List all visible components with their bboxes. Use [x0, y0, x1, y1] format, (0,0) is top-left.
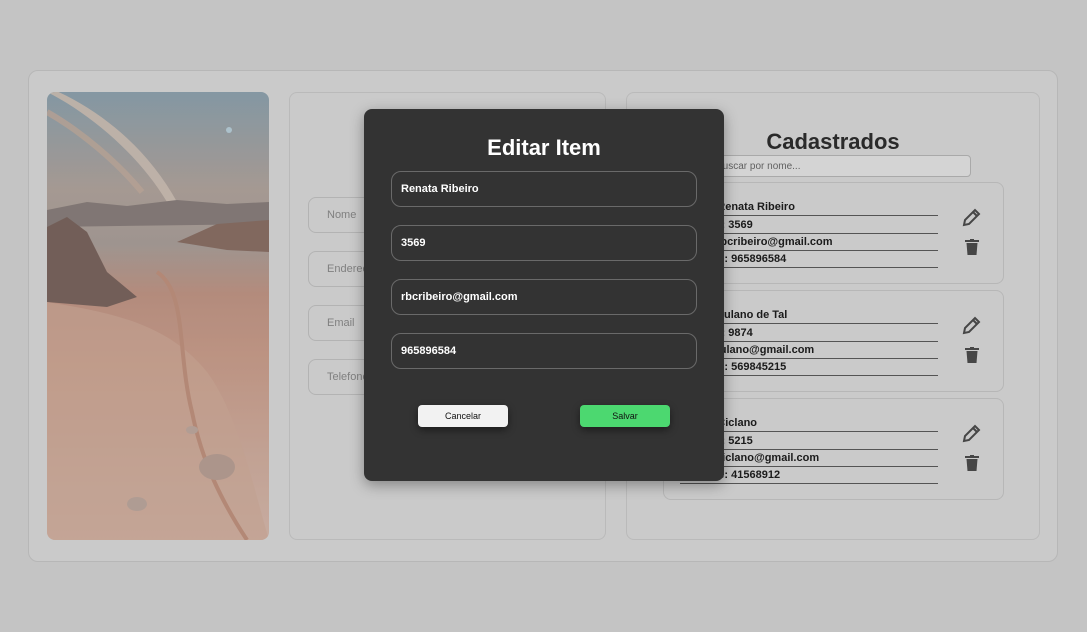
modal-title: Editar Item [487, 135, 601, 160]
cancel-button[interactable]: Cancelar [418, 405, 508, 427]
edit-number-input[interactable] [391, 225, 697, 261]
edit-phone-input[interactable] [391, 333, 697, 369]
save-button[interactable]: Salvar [580, 405, 670, 427]
edit-name-input[interactable] [391, 171, 697, 207]
edit-modal: Editar Item Cancelar Salvar [364, 109, 724, 481]
edit-email-input[interactable] [391, 279, 697, 315]
